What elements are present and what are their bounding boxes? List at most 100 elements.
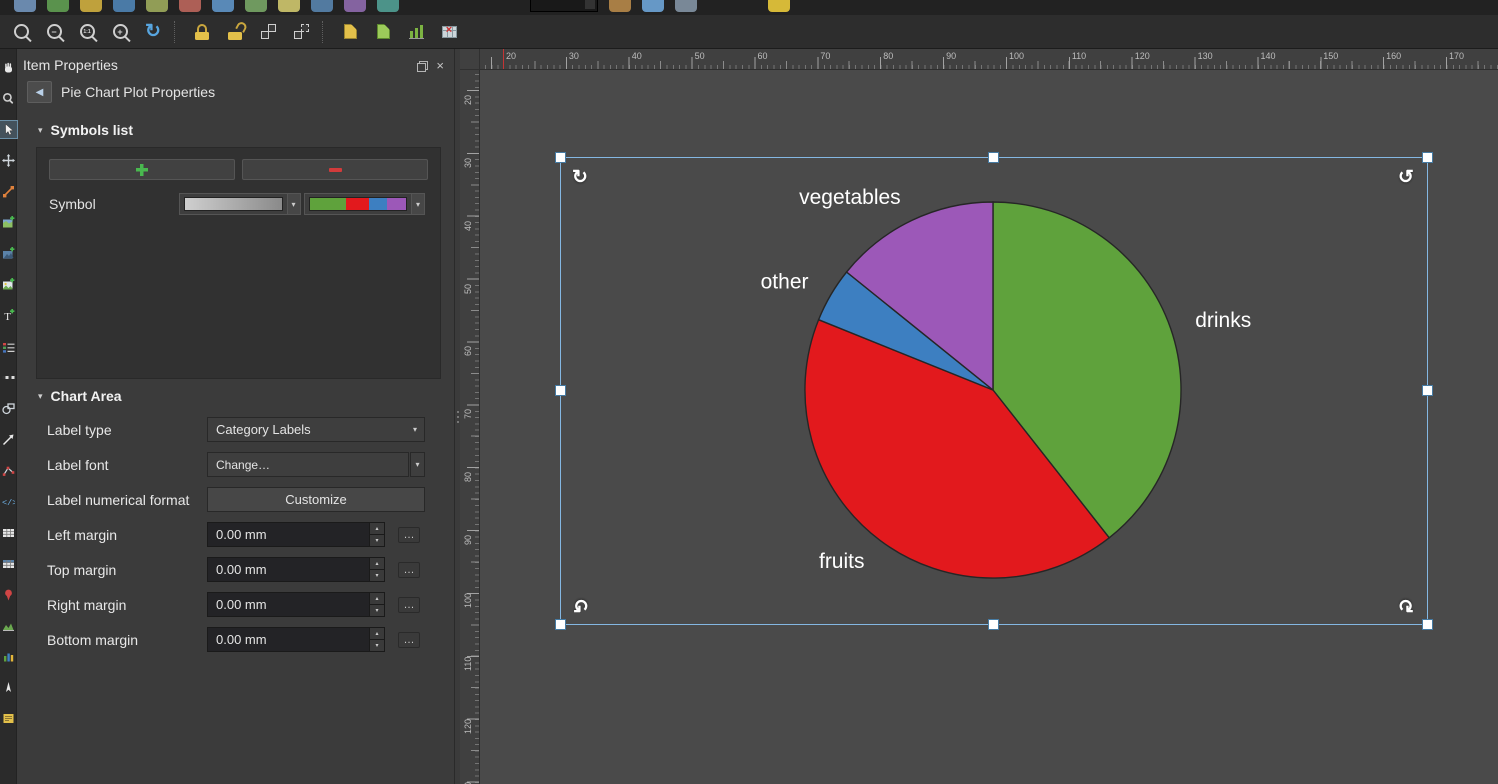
resize-handle-top-left[interactable] bbox=[556, 153, 565, 162]
zoom-actual-size-button[interactable]: 1:1 bbox=[72, 18, 102, 46]
tool-add-map[interactable] bbox=[0, 214, 17, 231]
tool-add-3d-map[interactable] bbox=[0, 245, 17, 262]
zoom-level-spinbox[interactable] bbox=[530, 0, 598, 12]
label-font-change-button[interactable]: Change… bbox=[207, 452, 409, 477]
bottom-margin-override-button[interactable]: … bbox=[398, 632, 420, 648]
tool-add-scalebar[interactable] bbox=[0, 369, 17, 386]
lightning-icon[interactable] bbox=[768, 0, 790, 12]
label-font-dropdown-button[interactable]: ▾ bbox=[410, 452, 425, 477]
cropped-toolbar-icon[interactable] bbox=[47, 0, 69, 12]
zoom-full-button[interactable] bbox=[6, 18, 36, 46]
add-symbol-button[interactable] bbox=[49, 159, 235, 180]
left-margin-spinbox[interactable]: 0.00 mm ▴▾ bbox=[207, 522, 385, 547]
cropped-toolbar-icon[interactable] bbox=[146, 0, 168, 12]
resize-handle-bottom-middle[interactable] bbox=[989, 620, 998, 629]
tool-edit-nodes[interactable] bbox=[0, 183, 17, 200]
raise-items-button[interactable] bbox=[335, 18, 365, 46]
cropped-toolbar-icon[interactable] bbox=[80, 0, 102, 12]
tool-pan[interactable] bbox=[0, 59, 17, 76]
cropped-toolbar-icon[interactable] bbox=[609, 0, 631, 12]
tool-add-shape[interactable] bbox=[0, 400, 17, 417]
right-margin-spinbox[interactable]: 0.00 mm ▴▾ bbox=[207, 592, 385, 617]
chart-area-section-header[interactable]: ▾ Chart Area bbox=[17, 379, 454, 413]
resize-items-button[interactable] bbox=[401, 18, 431, 46]
symbol-colors-dropdown[interactable]: ▾ bbox=[304, 193, 426, 215]
cropped-toolbar-icon[interactable] bbox=[377, 0, 399, 12]
rotate-handle-icon[interactable]: ↻ bbox=[1398, 168, 1414, 187]
cropped-toolbar-icon[interactable] bbox=[311, 0, 333, 12]
tool-add-legend[interactable] bbox=[0, 338, 17, 355]
tool-add-html[interactable]: </> bbox=[0, 493, 17, 510]
top-margin-override-button[interactable]: … bbox=[398, 562, 420, 578]
tool-move-content[interactable] bbox=[0, 152, 17, 169]
panel-splitter[interactable] bbox=[455, 49, 460, 784]
resize-handle-bottom-left[interactable] bbox=[556, 620, 565, 629]
spin-down-icon[interactable]: ▾ bbox=[370, 605, 384, 616]
resize-handle-top-middle[interactable] bbox=[989, 153, 998, 162]
ungroup-items-button[interactable] bbox=[286, 18, 316, 46]
zoom-out-button[interactable]: − bbox=[39, 18, 69, 46]
spin-down-icon[interactable]: ▾ bbox=[370, 535, 384, 546]
add-attribute-table-icon bbox=[2, 526, 15, 539]
cropped-toolbar-icon[interactable] bbox=[344, 0, 366, 12]
back-button[interactable]: ◀ bbox=[27, 81, 52, 103]
tool-add-annotation[interactable] bbox=[0, 710, 17, 727]
label-type-combo[interactable]: Category Labels ▾ bbox=[207, 417, 425, 442]
spin-up-icon[interactable]: ▴ bbox=[370, 523, 384, 535]
cropped-toolbar-icon[interactable] bbox=[179, 0, 201, 12]
symbol-style-dropdown[interactable]: ▾ bbox=[179, 193, 301, 215]
left-margin-override-button[interactable]: … bbox=[398, 527, 420, 543]
ruler-tick-label: 30 bbox=[463, 158, 473, 168]
tool-add-label[interactable]: T bbox=[0, 307, 17, 324]
remove-symbol-button[interactable] bbox=[242, 159, 428, 180]
spin-down-icon[interactable]: ▾ bbox=[370, 570, 384, 581]
tool-select-move[interactable] bbox=[0, 121, 17, 138]
cropped-toolbar-icon[interactable] bbox=[14, 0, 36, 12]
resize-handle-middle-left[interactable] bbox=[556, 386, 565, 395]
cropped-toolbar-icon[interactable] bbox=[113, 0, 135, 12]
right-margin-override-button[interactable]: … bbox=[398, 597, 420, 613]
rotate-handle-icon[interactable]: ↻ bbox=[572, 168, 588, 187]
lock-items-button[interactable] bbox=[187, 18, 217, 46]
tool-add-picture[interactable] bbox=[0, 276, 17, 293]
lock-icon bbox=[195, 24, 210, 40]
tool-add-north-arrow[interactable] bbox=[0, 679, 17, 696]
top-margin-spinbox[interactable]: 0.00 mm ▴▾ bbox=[207, 557, 385, 582]
unlock-items-button[interactable] bbox=[220, 18, 250, 46]
tool-add-node-item[interactable] bbox=[0, 462, 17, 479]
spin-up-icon[interactable]: ▴ bbox=[370, 593, 384, 605]
cropped-toolbar-icon[interactable] bbox=[278, 0, 300, 12]
cropped-toolbar-icon[interactable] bbox=[245, 0, 267, 12]
tool-add-plot[interactable] bbox=[0, 648, 17, 665]
bottom-margin-spinbox[interactable]: 0.00 mm ▴▾ bbox=[207, 627, 385, 652]
rotate-handle-icon[interactable]: ↻ bbox=[1398, 595, 1414, 614]
tool-add-elevation-profile[interactable] bbox=[0, 617, 17, 634]
tool-zoom[interactable] bbox=[0, 90, 17, 107]
cropped-toolbar-icon[interactable] bbox=[212, 0, 234, 12]
resize-handle-middle-right[interactable] bbox=[1423, 386, 1432, 395]
resize-handle-top-right[interactable] bbox=[1423, 153, 1432, 162]
delete-items-button[interactable]: × bbox=[434, 18, 464, 46]
tool-add-arrow[interactable] bbox=[0, 431, 17, 448]
layout-canvas[interactable]: drinksfruitsothervegetables ↻ ↻ ↻ ↻ bbox=[480, 70, 1498, 784]
tool-add-fixed-table[interactable] bbox=[0, 555, 17, 572]
float-panel-icon[interactable] bbox=[419, 61, 428, 70]
symbols-list-section-header[interactable]: ▾ Symbols list bbox=[17, 113, 454, 147]
spin-up-icon[interactable]: ▴ bbox=[370, 628, 384, 640]
rotate-handle-icon[interactable]: ↻ bbox=[573, 595, 589, 614]
tool-add-attribute-table[interactable] bbox=[0, 524, 17, 541]
refresh-button[interactable]: ↻ bbox=[138, 18, 168, 46]
add-html-icon: </> bbox=[2, 495, 15, 508]
selection-frame[interactable]: ↻ ↻ ↻ ↻ bbox=[560, 157, 1428, 625]
customize-button[interactable]: Customize bbox=[207, 487, 425, 512]
group-items-button[interactable] bbox=[253, 18, 283, 46]
spin-up-icon[interactable]: ▴ bbox=[370, 558, 384, 570]
zoom-in-button[interactable]: + bbox=[105, 18, 135, 46]
close-panel-icon[interactable]: × bbox=[436, 59, 444, 72]
lower-items-button[interactable] bbox=[368, 18, 398, 46]
cropped-toolbar-icon[interactable] bbox=[642, 0, 664, 12]
spin-down-icon[interactable]: ▾ bbox=[370, 640, 384, 651]
tool-add-marker[interactable] bbox=[0, 586, 17, 603]
resize-handle-bottom-right[interactable] bbox=[1423, 620, 1432, 629]
cropped-toolbar-icon[interactable] bbox=[675, 0, 697, 12]
